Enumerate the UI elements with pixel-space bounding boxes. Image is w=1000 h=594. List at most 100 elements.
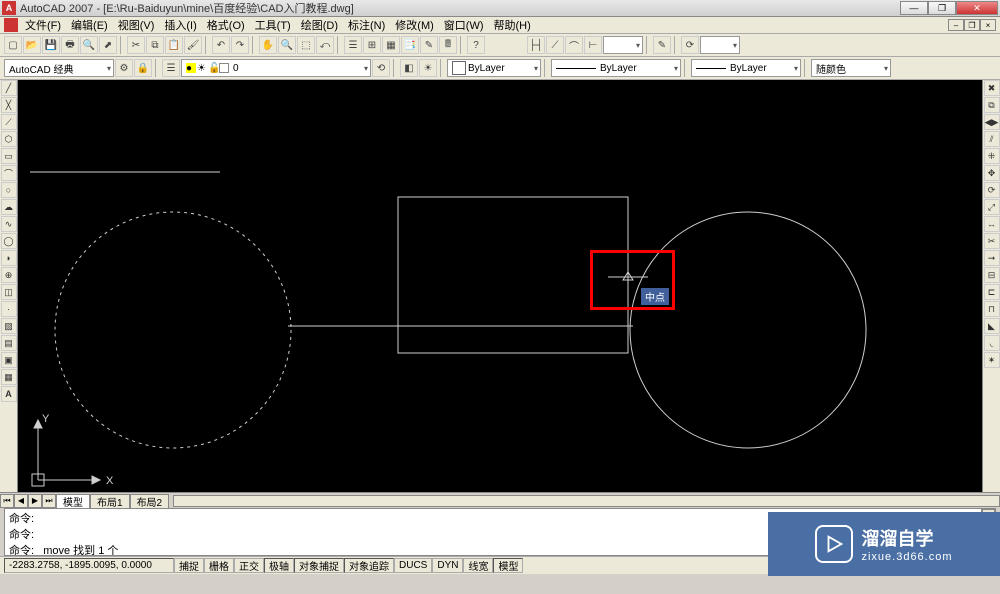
- toolpal-button[interactable]: ▦: [382, 36, 400, 54]
- dim-ord-button[interactable]: ⊢: [584, 36, 602, 54]
- point-tool[interactable]: ·: [1, 301, 17, 317]
- pline-tool[interactable]: ⟋: [1, 114, 17, 130]
- move-tool[interactable]: ✥: [984, 165, 1000, 181]
- dim-arc-button[interactable]: ⌒: [565, 36, 583, 54]
- toggle-otrack[interactable]: 对象追踪: [344, 558, 394, 573]
- menu-draw[interactable]: 绘图(D): [296, 16, 343, 34]
- menu-insert[interactable]: 插入(I): [159, 16, 201, 34]
- explode-tool[interactable]: ✶: [984, 352, 1000, 368]
- linetype-dropdown[interactable]: ByLayer: [551, 59, 681, 77]
- redo-button[interactable]: ↷: [231, 36, 249, 54]
- offset-tool[interactable]: ⫽: [984, 131, 1000, 147]
- menu-format[interactable]: 格式(O): [202, 16, 250, 34]
- ellipsearc-tool[interactable]: ◗: [1, 250, 17, 266]
- mdi-minimize-button[interactable]: –: [948, 19, 964, 31]
- hatch-tool[interactable]: ▨: [1, 318, 17, 334]
- toggle-ducs[interactable]: DUCS: [394, 558, 432, 573]
- polygon-tool[interactable]: ⬡: [1, 131, 17, 147]
- copy-button[interactable]: ⧉: [146, 36, 164, 54]
- layer-thaw-button[interactable]: ☀: [419, 59, 437, 77]
- cut-button[interactable]: ✂: [127, 36, 145, 54]
- gradient-tool[interactable]: ▤: [1, 335, 17, 351]
- erase-tool[interactable]: ✖: [984, 80, 1000, 96]
- arc-tool[interactable]: ⌒: [1, 165, 17, 181]
- matchprop-button[interactable]: 🖌: [184, 36, 202, 54]
- toggle-model[interactable]: 模型: [493, 558, 523, 573]
- undo-button[interactable]: ↶: [212, 36, 230, 54]
- fillet-tool[interactable]: ◟: [984, 335, 1000, 351]
- dim-edit-button[interactable]: ✎: [653, 36, 671, 54]
- block-tool[interactable]: ◫: [1, 284, 17, 300]
- tab-prev-button[interactable]: ◀: [14, 494, 28, 508]
- workspace-lock-button[interactable]: 🔒: [134, 59, 152, 77]
- region-tool[interactable]: ▣: [1, 352, 17, 368]
- extend-tool[interactable]: ➞: [984, 250, 1000, 266]
- dim-update-button[interactable]: ⟳: [681, 36, 699, 54]
- workspace-dropdown[interactable]: AutoCAD 经典: [4, 59, 114, 77]
- dim-style-dropdown[interactable]: [603, 36, 643, 54]
- tab-layout1[interactable]: 布局1: [90, 494, 130, 508]
- open-button[interactable]: 📂: [23, 36, 41, 54]
- maximize-button[interactable]: ❐: [928, 1, 956, 15]
- menu-help[interactable]: 帮助(H): [489, 16, 536, 34]
- spline-tool[interactable]: ∿: [1, 216, 17, 232]
- properties-button[interactable]: ☰: [344, 36, 362, 54]
- revcloud-tool[interactable]: ☁: [1, 199, 17, 215]
- layer-props-button[interactable]: ☰: [162, 59, 180, 77]
- copy-tool[interactable]: ⧉: [984, 97, 1000, 113]
- preview-button[interactable]: 🔍: [80, 36, 98, 54]
- array-tool[interactable]: ⁜: [984, 148, 1000, 164]
- toggle-grid[interactable]: 栅格: [204, 558, 234, 573]
- layer-dropdown[interactable]: ●☀🔓 0: [181, 59, 371, 77]
- menu-window[interactable]: 窗口(W): [439, 16, 489, 34]
- mdi-restore-button[interactable]: ❐: [964, 19, 980, 31]
- color-dropdown[interactable]: ByLayer: [447, 59, 541, 77]
- new-button[interactable]: ▢: [4, 36, 22, 54]
- menu-tools[interactable]: 工具(T): [250, 16, 296, 34]
- toggle-lwt[interactable]: 线宽: [463, 558, 493, 573]
- tab-first-button[interactable]: ⏮: [0, 494, 14, 508]
- tab-layout2[interactable]: 布局2: [130, 494, 170, 508]
- dim-aligned-button[interactable]: ⟋: [546, 36, 564, 54]
- toggle-polar[interactable]: 极轴: [264, 558, 294, 573]
- trim-tool[interactable]: ✂: [984, 233, 1000, 249]
- zoom-rt-button[interactable]: 🔍: [278, 36, 296, 54]
- layer-iso-button[interactable]: ◧: [400, 59, 418, 77]
- menu-view[interactable]: 视图(V): [113, 16, 160, 34]
- pan-button[interactable]: ✋: [259, 36, 277, 54]
- ssm-button[interactable]: 📑: [401, 36, 419, 54]
- toggle-snap[interactable]: 捕捉: [174, 558, 204, 573]
- ellipse-tool[interactable]: ◯: [1, 233, 17, 249]
- lineweight-dropdown[interactable]: ByLayer: [691, 59, 801, 77]
- table-tool[interactable]: ▦: [1, 369, 17, 385]
- dim-linear-button[interactable]: ├┤: [527, 36, 545, 54]
- tab-next-button[interactable]: ▶: [28, 494, 42, 508]
- menu-file[interactable]: 文件(F): [20, 16, 66, 34]
- zoom-win-button[interactable]: ⬚: [297, 36, 315, 54]
- hscrollbar[interactable]: [173, 495, 1000, 507]
- circle-tool[interactable]: ○: [1, 182, 17, 198]
- tab-model[interactable]: 模型: [56, 494, 90, 508]
- toggle-osnap[interactable]: 对象捕捉: [294, 558, 344, 573]
- chamfer-tool[interactable]: ◣: [984, 318, 1000, 334]
- workspace-settings-button[interactable]: ⚙: [115, 59, 133, 77]
- tab-last-button[interactable]: ⏭: [42, 494, 56, 508]
- plotstyle-dropdown[interactable]: 随颜色: [811, 59, 891, 77]
- close-button[interactable]: ✕: [956, 1, 998, 15]
- break-tool[interactable]: ⊏: [984, 284, 1000, 300]
- rotate-tool[interactable]: ⟳: [984, 182, 1000, 198]
- save-button[interactable]: 💾: [42, 36, 60, 54]
- menu-modify[interactable]: 修改(M): [390, 16, 439, 34]
- calc-button[interactable]: 🖩: [439, 36, 457, 54]
- minimize-button[interactable]: —: [900, 1, 928, 15]
- mtext-tool[interactable]: A: [1, 386, 17, 402]
- layer-prev-button[interactable]: ⟲: [372, 59, 390, 77]
- drawing-canvas[interactable]: X Y 中点: [18, 80, 982, 492]
- dim-sub-dropdown[interactable]: [700, 36, 740, 54]
- toggle-ortho[interactable]: 正交: [234, 558, 264, 573]
- line-tool[interactable]: ╱: [1, 80, 17, 96]
- help-button[interactable]: ?: [467, 36, 485, 54]
- publish-button[interactable]: ⬈: [99, 36, 117, 54]
- stretch-tool[interactable]: ↔: [984, 216, 1000, 232]
- menu-edit[interactable]: 编辑(E): [66, 16, 113, 34]
